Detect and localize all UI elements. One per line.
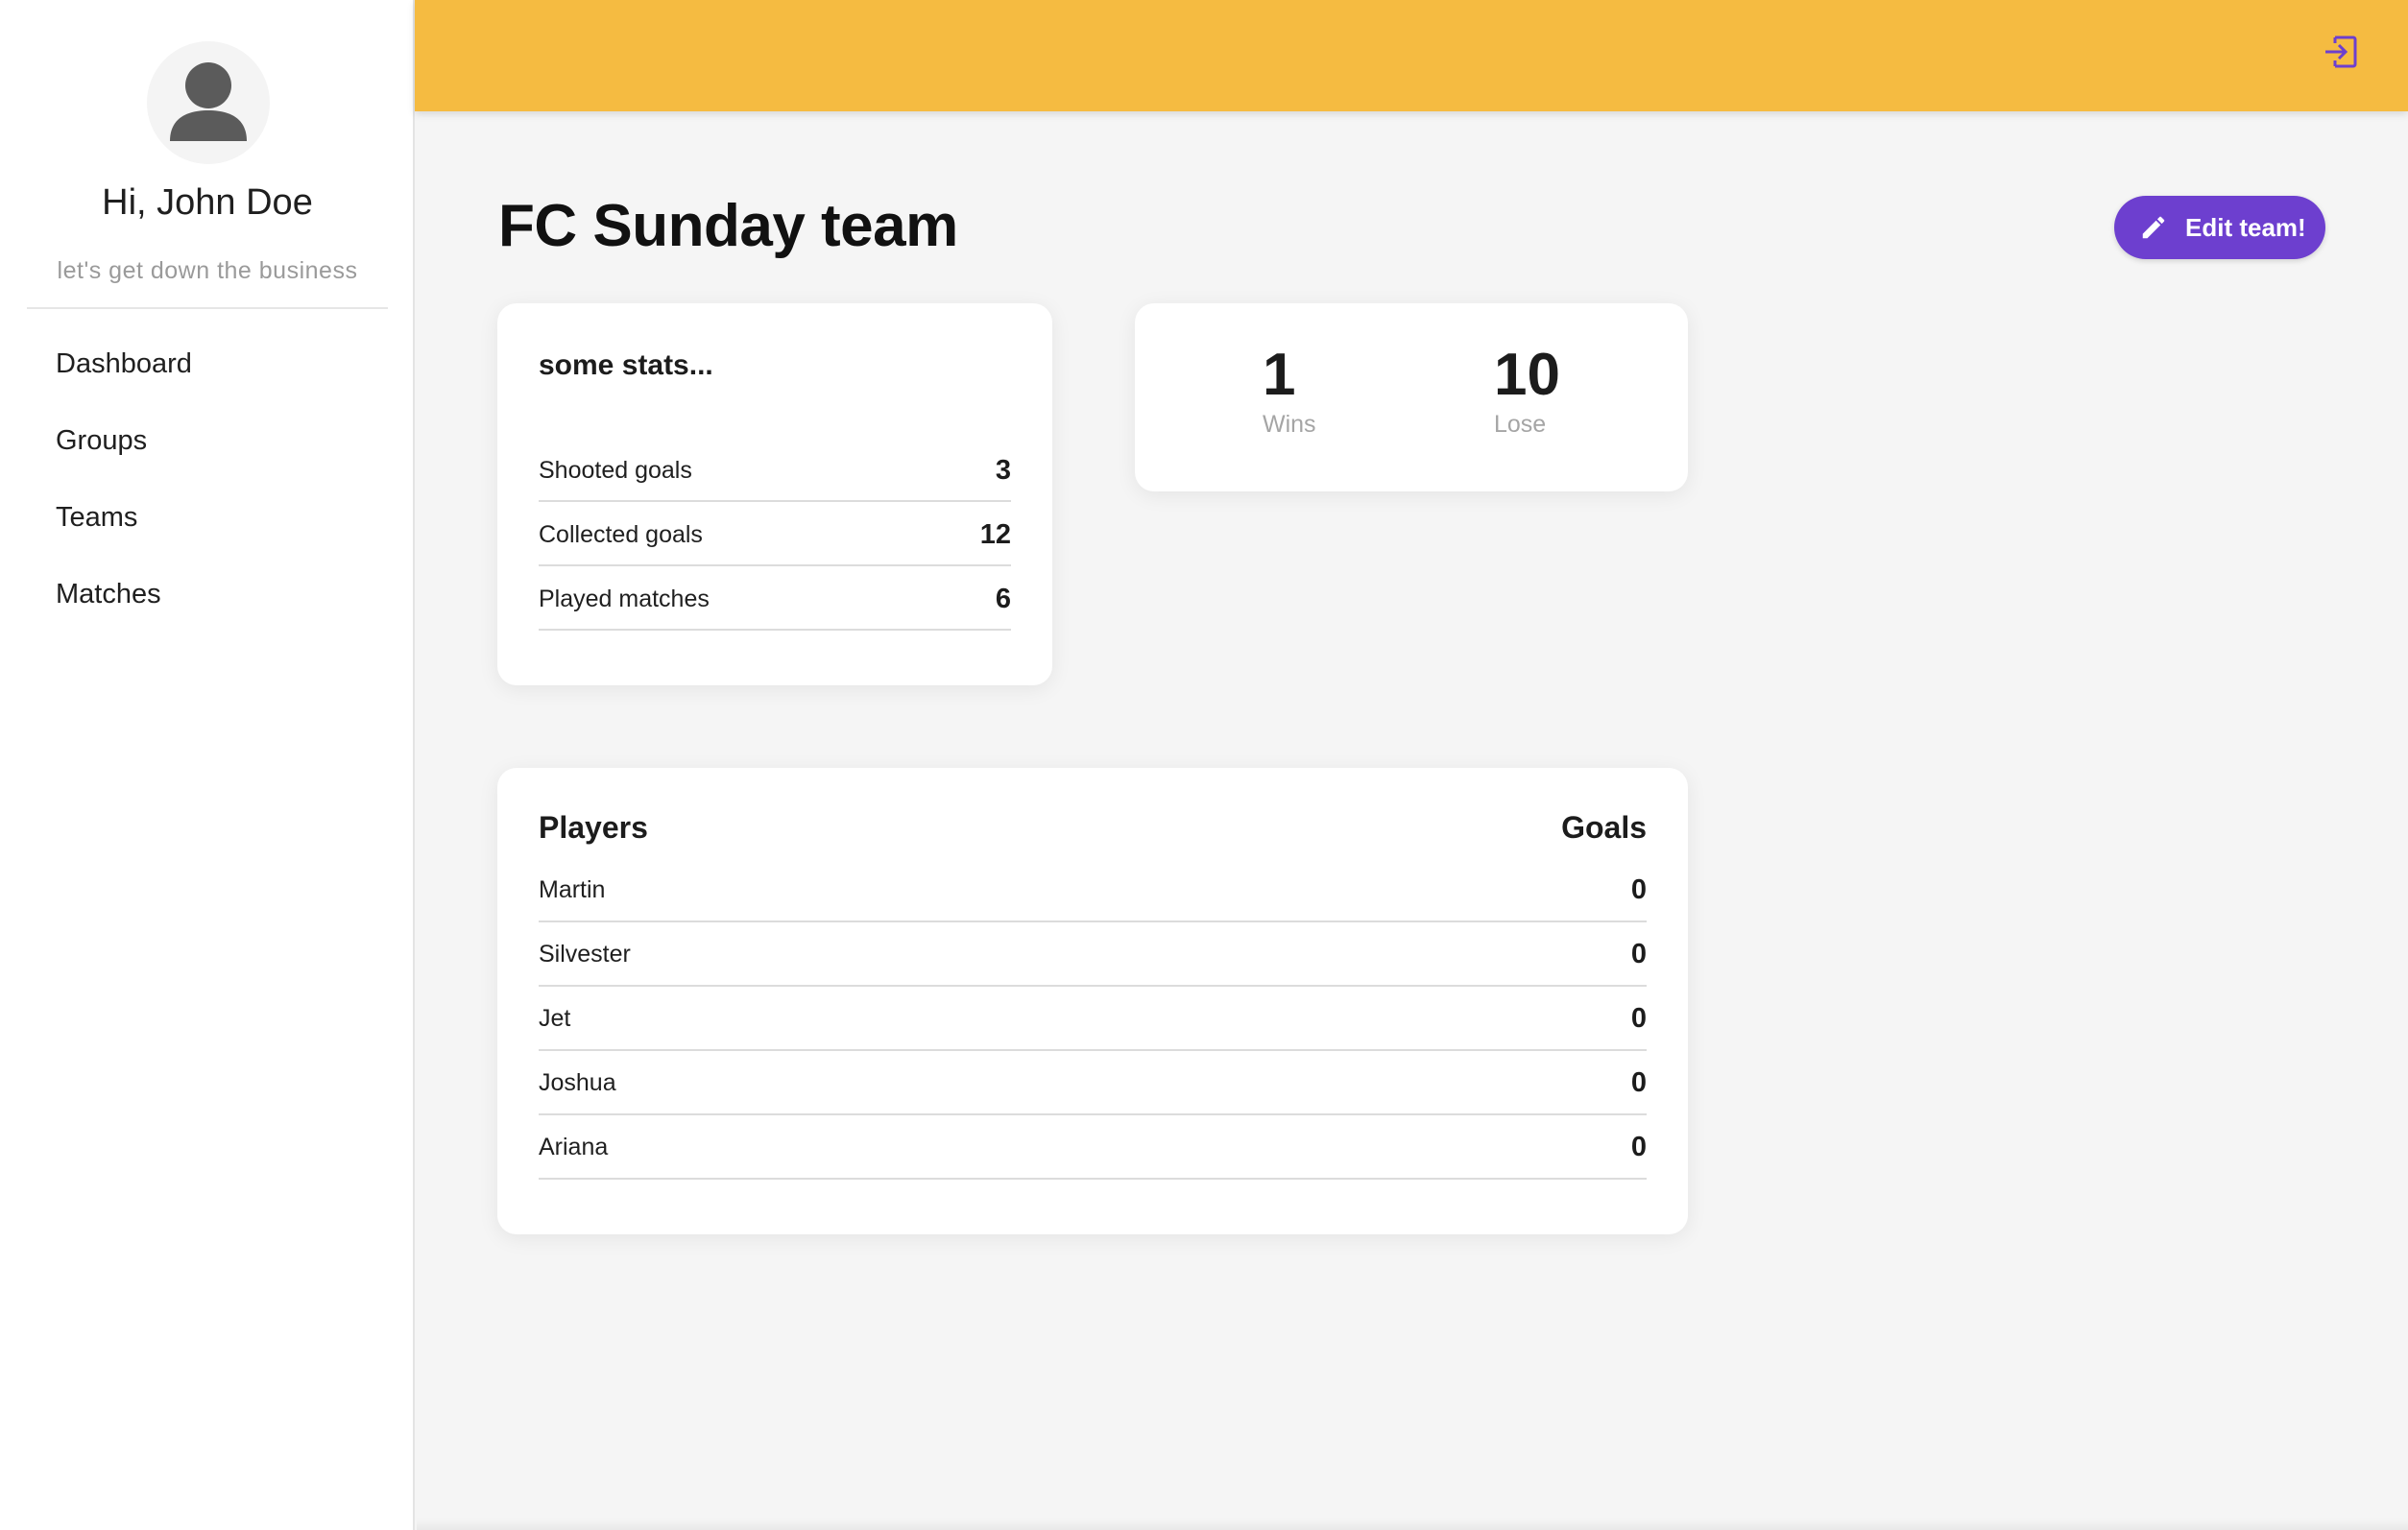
- sidebar-item-dashboard[interactable]: Dashboard: [0, 336, 415, 413]
- sidebar-item-matches[interactable]: Matches: [0, 566, 415, 643]
- edit-team-label: Edit team!: [2185, 212, 2306, 242]
- player-goals: 0: [1630, 1067, 1647, 1098]
- stat-value: 6: [995, 584, 1011, 614]
- player-goals: 0: [1630, 1132, 1647, 1162]
- record-card: 1 Wins 10 Lose: [1135, 303, 1688, 491]
- footer-shadow: [417, 1518, 2408, 1530]
- sidebar-nav: Dashboard Groups Teams Matches: [0, 336, 415, 643]
- sidebar-divider: [27, 307, 388, 309]
- avatar: [147, 41, 270, 164]
- user-icon: [170, 62, 247, 141]
- lose-block: 10 Lose: [1494, 346, 1560, 439]
- edit-team-button[interactable]: Edit team!: [2114, 196, 2325, 259]
- stats-title: some stats...: [539, 349, 713, 381]
- table-row: Ariana 0: [539, 1115, 1647, 1180]
- stat-value: 12: [979, 519, 1011, 550]
- players-column-header: Players: [539, 810, 648, 845]
- table-row: Jet 0: [539, 987, 1647, 1051]
- lose-count: 10: [1494, 342, 1560, 408]
- stats-list: Shooted goals 3 Collected goals 12 Playe…: [539, 438, 1011, 631]
- top-bar: [415, 0, 2408, 111]
- stat-label: Shooted goals: [539, 457, 692, 484]
- user-greeting: Hi, John Doe: [102, 182, 313, 223]
- sidebar-tagline: let's get down the business: [57, 257, 358, 284]
- stats-card: some stats... Shooted goals 3 Collected …: [497, 303, 1052, 685]
- logout-icon: [2325, 36, 2357, 68]
- stat-row: Collected goals 12: [539, 502, 1011, 566]
- player-goals: 0: [1630, 939, 1647, 969]
- wins-count: 1: [1263, 342, 1296, 408]
- page-title: FC Sunday team: [498, 193, 958, 259]
- player-goals: 0: [1630, 874, 1647, 905]
- pencil-icon: [2142, 216, 2165, 239]
- stat-value: 3: [995, 455, 1011, 486]
- table-row: Joshua 0: [539, 1051, 1647, 1115]
- goals-column-header: Goals: [1561, 810, 1647, 845]
- stat-row: Played matches 6: [539, 566, 1011, 631]
- player-name: Silvester: [539, 941, 631, 968]
- stat-row: Shooted goals 3: [539, 438, 1011, 502]
- logout-button[interactable]: [2322, 33, 2360, 71]
- sidebar: Hi, John Doe let's get down the business…: [0, 0, 415, 1530]
- wins-label: Wins: [1263, 411, 1316, 438]
- sidebar-item-groups[interactable]: Groups: [0, 413, 415, 490]
- sidebar-item-teams[interactable]: Teams: [0, 490, 415, 566]
- players-list: Martin 0 Silvester 0 Jet 0 Joshua 0 Aria…: [539, 858, 1647, 1180]
- player-name: Joshua: [539, 1069, 616, 1096]
- lose-label: Lose: [1494, 411, 1547, 438]
- player-name: Jet: [539, 1005, 571, 1032]
- player-name: Ariana: [539, 1134, 609, 1160]
- players-card: Players Goals Martin 0 Silvester 0 Jet 0…: [497, 768, 1688, 1234]
- stat-label: Collected goals: [539, 521, 703, 548]
- table-row: Silvester 0: [539, 922, 1647, 987]
- player-goals: 0: [1630, 1003, 1647, 1034]
- players-header: Players Goals: [539, 810, 1647, 846]
- wins-block: 1 Wins: [1263, 346, 1316, 439]
- table-row: Martin 0: [539, 858, 1647, 922]
- stat-label: Played matches: [539, 586, 710, 612]
- player-name: Martin: [539, 876, 606, 903]
